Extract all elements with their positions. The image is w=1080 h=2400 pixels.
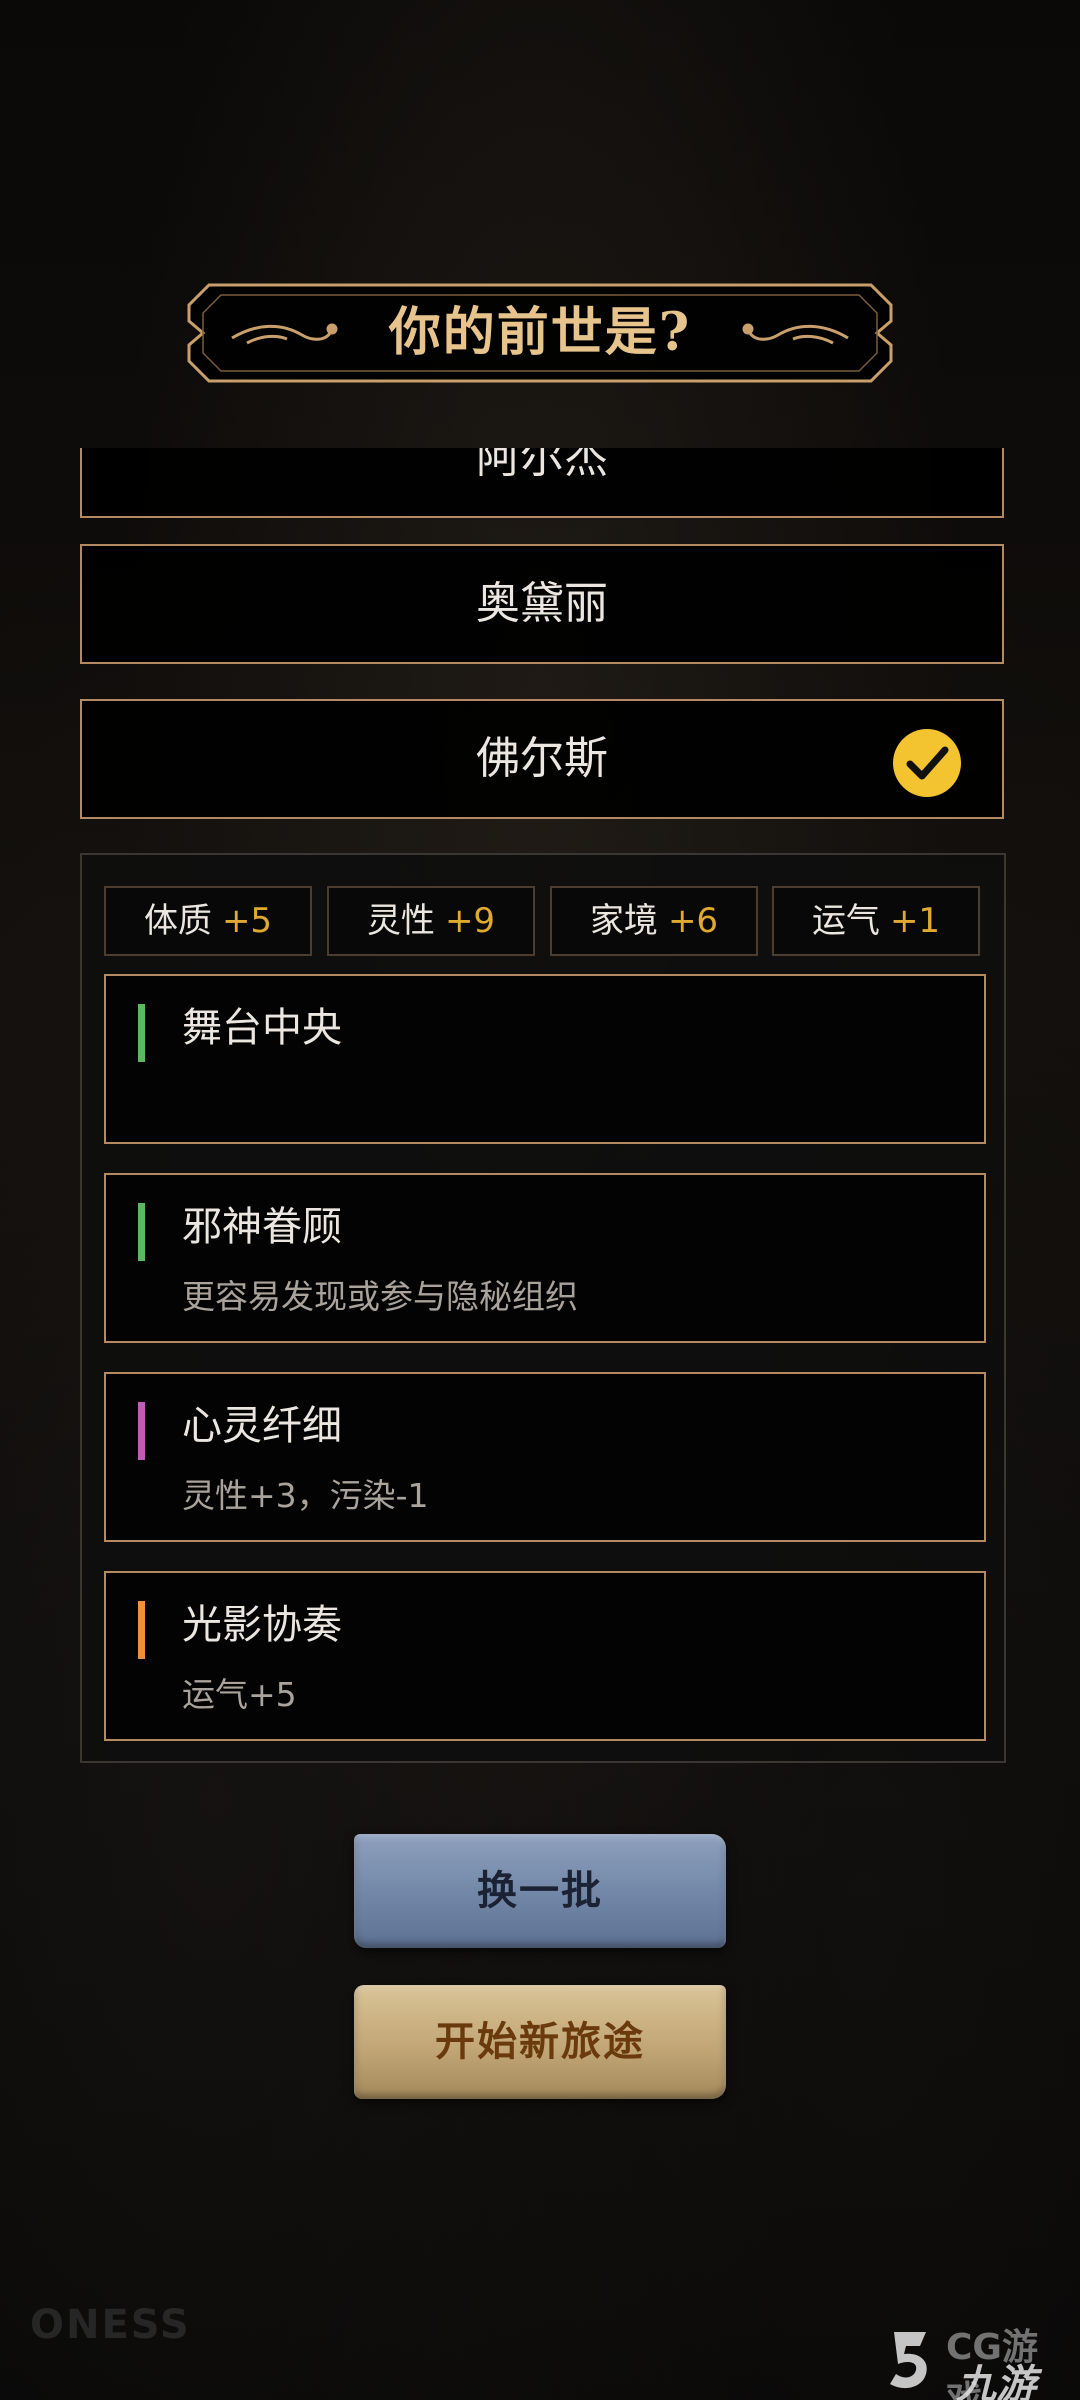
stat-label: 家境 (589, 901, 658, 941)
trait-color-bar (138, 1402, 145, 1460)
checkmark-circle-icon (893, 729, 961, 797)
option-label: 佛尔斯 (476, 733, 608, 784)
trait-name: 光影协奏 (182, 1602, 342, 1648)
trait-description: 灵性+3，污染-1 (182, 1476, 429, 1515)
trait-card: 心灵纤细 灵性+3，污染-1 (104, 1372, 986, 1542)
option-list[interactable]: 阿尔杰 奥黛丽 佛尔斯 (0, 448, 1080, 828)
option-row[interactable]: 奥黛丽 (80, 544, 1004, 664)
trait-color-bar (138, 1601, 145, 1659)
change-batch-button[interactable]: 换一批 (354, 1834, 726, 1948)
option-row[interactable]: 阿尔杰 (80, 448, 1004, 518)
stat-value: +5 (221, 901, 273, 941)
stat-label: 运气 (811, 901, 880, 941)
option-label: 奥黛丽 (476, 578, 608, 629)
stat-box: 家境 +6 (550, 886, 758, 956)
watermark-text: ONESS (30, 2302, 191, 2348)
trait-description: 运气+5 (182, 1675, 297, 1714)
trait-card: 舞台中央 (104, 974, 986, 1144)
trait-card: 光影协奏 运气+5 (104, 1571, 986, 1741)
option-label: 阿尔杰 (476, 448, 608, 483)
nine-game-logo-icon (890, 2332, 927, 2389)
watermark-brand-text: 九游 (956, 2362, 1036, 2400)
trait-color-bar (138, 1004, 145, 1062)
watermark-logo: CG游戏 九游 (876, 2316, 1066, 2400)
trait-card: 邪神眷顾 更容易发现或参与隐秘组织 (104, 1173, 986, 1343)
trait-description: 更容易发现或参与隐秘组织 (182, 1277, 578, 1316)
stat-box: 运气 +1 (772, 886, 980, 956)
stat-value: +1 (889, 901, 941, 941)
title-banner: 你的前世是? (187, 283, 893, 383)
stat-label: 灵性 (366, 901, 435, 941)
option-row-selected[interactable]: 佛尔斯 (80, 699, 1004, 819)
page-title: 你的前世是? (388, 302, 692, 363)
trait-color-bar (138, 1203, 145, 1261)
trait-name: 心灵纤细 (182, 1403, 342, 1449)
start-journey-button[interactable]: 开始新旅途 (354, 1985, 726, 2099)
stat-value: +9 (444, 901, 496, 941)
details-panel: 体质 +5 灵性 +9 家境 +6 运气 +1 舞台中央 邪神眷顾 更容易发现或参与隐秘… (80, 853, 1006, 1763)
trait-name: 舞台中央 (182, 1005, 342, 1051)
stat-label: 体质 (143, 901, 212, 941)
stat-value: +6 (667, 901, 719, 941)
trait-name: 邪神眷顾 (182, 1204, 342, 1250)
stat-box: 灵性 +9 (327, 886, 535, 956)
game-screen: 你的前世是? 阿尔杰 奥黛丽 佛尔斯 体质 +5 灵性 +9 家境 +6 运气 +1 (0, 0, 1080, 2400)
stat-box: 体质 +5 (104, 886, 312, 956)
